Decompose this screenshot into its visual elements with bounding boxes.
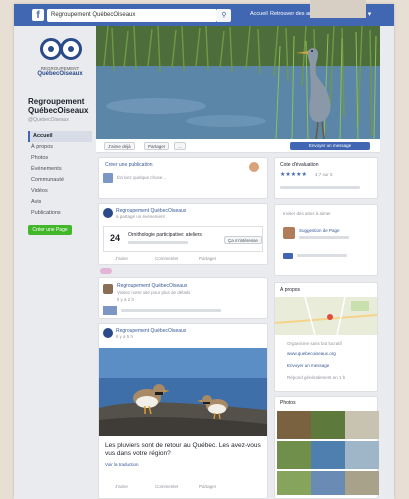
photo-thumb-8[interactable] [311,471,345,495]
cover-photo[interactable] [96,26,380,139]
about-line-1: Organisme sans but lucratif [287,341,342,346]
create-page-button[interactable]: Créer une Page [28,225,72,235]
page-action-bar: J'aime déjà Partager ... Envoyer un mess… [96,139,380,153]
left-nav-item-photos[interactable]: Photos [28,153,92,164]
author-avatar [103,208,113,218]
logo-circle-left [40,38,62,60]
search-input[interactable]: Regroupement QuébecOiseaux [47,9,217,22]
plover-photo[interactable] [99,348,267,436]
like-button[interactable]: J'aime déjà [104,142,135,150]
logo-circle-right [60,38,82,60]
heron-cover-image [96,26,380,139]
photo-thumb-7[interactable] [277,471,311,495]
photo-thumb-4[interactable] [277,441,311,469]
comment-time: Il y a 2 h [117,297,135,302]
left-column: REGROUPEMENT QuébecOiseaux Regroupement … [28,30,92,235]
invite-button[interactable] [283,253,293,259]
menu-chevron-icon[interactable]: ▾ [366,11,373,18]
page-title: Regroupement QuébecOiseaux [28,97,89,115]
plover-image [99,348,267,436]
post-subtitle: a partagé un événement [116,214,165,219]
page-handle[interactable]: @QuebecOiseaux [28,117,92,123]
event-day: 24 [110,233,121,243]
comment-name[interactable]: Regroupement QuébecOiseaux [117,283,217,289]
reaction-icons[interactable] [100,268,112,274]
left-nav-item-community[interactable]: Communauté [28,175,92,186]
event-detail-line [128,241,188,244]
left-nav-item-videos[interactable]: Vidéos [28,186,92,197]
photo-thumb-6[interactable] [345,441,379,469]
photo-share-action[interactable]: Partager [199,484,216,489]
invite-detail-line [297,254,347,257]
left-nav-item-reviews[interactable]: Avis [28,197,92,208]
suggested-page-avatar[interactable] [283,227,295,239]
photo-post-time: Il y a 5 h [116,334,134,339]
composer-title[interactable]: Créer une publication [105,162,153,168]
event-card[interactable]: 24 Ornithologie participative: ateliers … [103,226,263,252]
like-action[interactable]: J'aime [115,256,128,261]
photo-like-action[interactable]: J'aime [115,484,128,489]
share-button[interactable]: Partager [144,142,170,150]
about-line-2[interactable]: www.quebecoiseaux.org [287,351,375,356]
background-tab [310,0,366,18]
location-map[interactable] [275,297,377,335]
page-logo[interactable] [40,38,84,64]
send-message-button[interactable]: Envoyer un message [290,142,370,150]
photo-thumb-5[interactable] [311,441,345,469]
page-avatar [103,173,113,183]
about-card: À propos Organisme sans but lucratif www… [274,282,378,392]
facebook-page-screen: f Regroupement QuébecOiseaux ⚲ Accueil R… [14,4,394,499]
suggested-page-line [299,236,349,239]
left-nav-item-events[interactable]: Événements [28,164,92,175]
facebook-logo-icon[interactable]: f [32,9,44,21]
rating-card: Cote d'évaluation ★★★★★ 4,7 sur 5 [274,157,378,199]
comment-reply-line [121,309,221,312]
photo-thumb-1[interactable] [277,411,311,439]
logo-text-big: QuébecOiseaux [37,71,83,77]
photo-post-author[interactable]: Regroupement QuébecOiseaux [116,328,256,334]
photos-card: Photos [274,396,379,499]
rating-stars-icon[interactable]: ★★★★★ [280,171,307,178]
photo-caption: Les pluviers sont de retour au Québec. L… [105,442,261,457]
event-title[interactable]: Ornithologie participative: ateliers [128,232,218,238]
event-post: Regroupement QuébecOiseaux a partagé un … [98,203,268,265]
invite-card: Inviter des amis à aimer Suggestion de P… [274,204,378,276]
left-nav-item-about[interactable]: À propos [28,142,92,153]
interested-button[interactable]: Ça m'intéresse [224,236,262,244]
post-composer: Créer une publication Écrivez quelque ch… [98,157,268,199]
rating-value: 4,7 sur 5 [315,172,333,177]
about-line-3[interactable]: Envoyer un message [287,363,375,368]
comment-action[interactable]: Commenter [155,256,179,261]
suggested-page-name[interactable]: Suggestion de Page [299,228,340,233]
photo-comment-action[interactable]: Commenter [155,484,179,489]
invite-label[interactable]: Inviter des amis à aimer [283,211,331,216]
rating-detail-line [280,186,360,189]
about-title: À propos [280,287,301,293]
map-image [275,297,377,335]
see-translation-link[interactable]: Voir la traduction [105,462,139,467]
more-button[interactable]: ... [174,142,186,150]
photo-thumb-9[interactable] [345,471,379,495]
nav-home-link[interactable]: Accueil [250,11,268,17]
left-nav-item-home[interactable]: Accueil [28,131,92,142]
commenter-avatar [103,284,113,294]
search-icon[interactable]: ⚲ [217,9,231,22]
photo-author-avatar [103,328,113,338]
share-action[interactable]: Partager [199,256,216,261]
photo-thumb-2[interactable] [311,411,345,439]
left-nav-item-posts[interactable]: Publications [28,208,92,219]
comment-text: Visitez notre site pour plus de détails [117,290,191,295]
photos-title: Photos [280,400,296,406]
composer-input[interactable]: Écrivez quelque chose... [117,175,166,180]
photo-post: Regroupement QuébecOiseaux Il y a 5 h Le… [98,323,268,499]
user-avatar [249,162,259,172]
rating-title: Cote d'évaluation [280,162,319,168]
left-nav: Accueil À propos Photos Événements Commu… [28,131,92,219]
comment-block: Regroupement QuébecOiseaux Visitez notre… [98,277,268,319]
comment-thumbnail[interactable] [103,306,117,315]
about-line-4: Répond généralement en 1 h [287,375,346,380]
photo-thumb-3[interactable] [345,411,379,439]
